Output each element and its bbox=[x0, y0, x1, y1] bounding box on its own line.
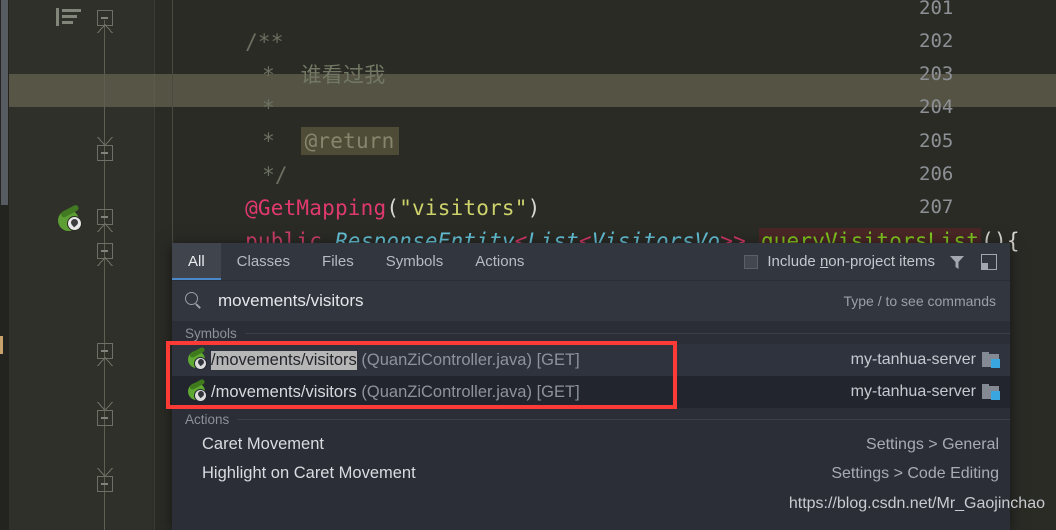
ide-screenshot: 201 202 203 204 205 206 207 208 209 210 … bbox=[0, 0, 1056, 530]
search-input[interactable]: movements/visitors bbox=[218, 291, 363, 311]
section-title: Actions bbox=[172, 411, 238, 427]
tab-label: Symbols bbox=[385, 253, 444, 270]
result-row-symbol-2[interactable]: /movements/visitors (QuanZiController.ja… bbox=[172, 376, 1010, 408]
search-commands-hint: Type / to see commands bbox=[843, 293, 996, 309]
search-icon bbox=[185, 292, 202, 309]
action-label: Caret Movement bbox=[202, 435, 324, 453]
search-input-row[interactable]: movements/visitors Type / to see command… bbox=[172, 281, 1010, 322]
fold-marker-213[interactable] bbox=[96, 402, 113, 426]
section-rule bbox=[182, 333, 1010, 334]
line-number: 206 bbox=[919, 163, 954, 185]
result-file: (QuanZiController.java) bbox=[361, 382, 532, 401]
web-endpoint-icon bbox=[188, 377, 207, 402]
web-endpoint-icon bbox=[188, 345, 207, 370]
result-module-label: my-tanhua-server bbox=[850, 383, 976, 400]
line-number: 203 bbox=[919, 63, 954, 85]
show-diff-icon[interactable] bbox=[56, 8, 82, 26]
web-endpoint-icon[interactable] bbox=[58, 204, 82, 231]
fold-marker-215[interactable] bbox=[96, 468, 113, 492]
section-header-symbols: Symbols bbox=[172, 322, 1010, 344]
section-rule bbox=[182, 419, 1010, 420]
search-everywhere-popup: All Classes Files Symbols Actions Includ… bbox=[166, 243, 1010, 530]
tab-files[interactable]: Files bbox=[306, 243, 370, 280]
result-module: my-tanhua-server bbox=[851, 351, 1000, 369]
popup-footer-area bbox=[172, 510, 1010, 530]
tab-label: Classes bbox=[236, 253, 291, 270]
module-folder-icon bbox=[982, 384, 1000, 400]
result-module: my-tanhua-server bbox=[851, 383, 1000, 401]
javadoc-return-tag: @return bbox=[300, 127, 399, 156]
line-number: 205 bbox=[919, 130, 954, 152]
module-folder-icon bbox=[982, 352, 1000, 368]
checkbox-box[interactable] bbox=[744, 254, 759, 269]
tab-actions[interactable]: Actions bbox=[459, 243, 540, 280]
tab-all[interactable]: All bbox=[172, 243, 221, 280]
section-title: Symbols bbox=[172, 325, 245, 341]
tab-label: Files bbox=[322, 253, 354, 270]
watermark: https://blog.csdn.net/Mr_Gaojinchao bbox=[788, 495, 1045, 512]
tab-label: Actions bbox=[475, 253, 525, 270]
fold-marker-208[interactable] bbox=[96, 243, 113, 266]
section-header-actions: Actions bbox=[172, 408, 1010, 430]
code-fragment-right-2: ).bu bbox=[1010, 444, 1056, 530]
action-label: Highlight on Caret Movement bbox=[202, 464, 416, 482]
result-path: /movements/visitors bbox=[211, 350, 357, 370]
action-location: Settings > General bbox=[866, 435, 999, 453]
change-marker bbox=[0, 336, 3, 354]
fold-guide-line bbox=[104, 20, 105, 530]
fold-marker-211[interactable] bbox=[96, 343, 113, 366]
filter-funnel-icon[interactable] bbox=[947, 252, 967, 272]
comment-chinese-text: 谁看过我 bbox=[300, 63, 386, 88]
fold-marker-205[interactable] bbox=[96, 137, 113, 161]
result-row-symbol-1[interactable]: /movements/visitors (QuanZiController.ja… bbox=[172, 344, 1010, 376]
result-module-label: my-tanhua-server bbox=[850, 351, 976, 368]
line-number: 204 bbox=[919, 96, 954, 118]
popup-header-controls: Include non-project items bbox=[744, 243, 1010, 280]
result-file: (QuanZiController.java) bbox=[361, 350, 532, 369]
include-non-project-items-checkbox[interactable]: Include non-project items bbox=[744, 253, 935, 270]
line-number: 202 bbox=[919, 30, 954, 52]
result-row-action-1[interactable]: Caret Movement Settings > General bbox=[172, 430, 1010, 459]
result-http-method: [GET] bbox=[536, 382, 580, 401]
tab-classes[interactable]: Classes bbox=[221, 243, 306, 280]
tab-label: All bbox=[188, 253, 205, 270]
tab-symbols[interactable]: Symbols bbox=[370, 243, 460, 280]
preview-panel-icon[interactable] bbox=[979, 252, 999, 272]
popup-tab-bar: All Classes Files Symbols Actions Includ… bbox=[172, 243, 1010, 281]
result-http-method: [GET] bbox=[536, 350, 580, 369]
line-number: 201 bbox=[919, 0, 954, 19]
code-fragment-right-1: ist( bbox=[1012, 274, 1056, 374]
action-location: Settings > Code Editing bbox=[831, 464, 999, 482]
current-line-highlight bbox=[9, 74, 1056, 107]
fold-marker-207[interactable] bbox=[96, 209, 113, 232]
result-row-action-2[interactable]: Highlight on Caret Movement Settings > C… bbox=[172, 459, 1010, 488]
vertical-scrollbar-thumb[interactable] bbox=[1, 0, 8, 205]
include-non-project-items-label: Include non-project items bbox=[767, 253, 935, 270]
result-path: /movements/visitors bbox=[211, 382, 357, 401]
fold-marker-201[interactable] bbox=[96, 10, 113, 33]
